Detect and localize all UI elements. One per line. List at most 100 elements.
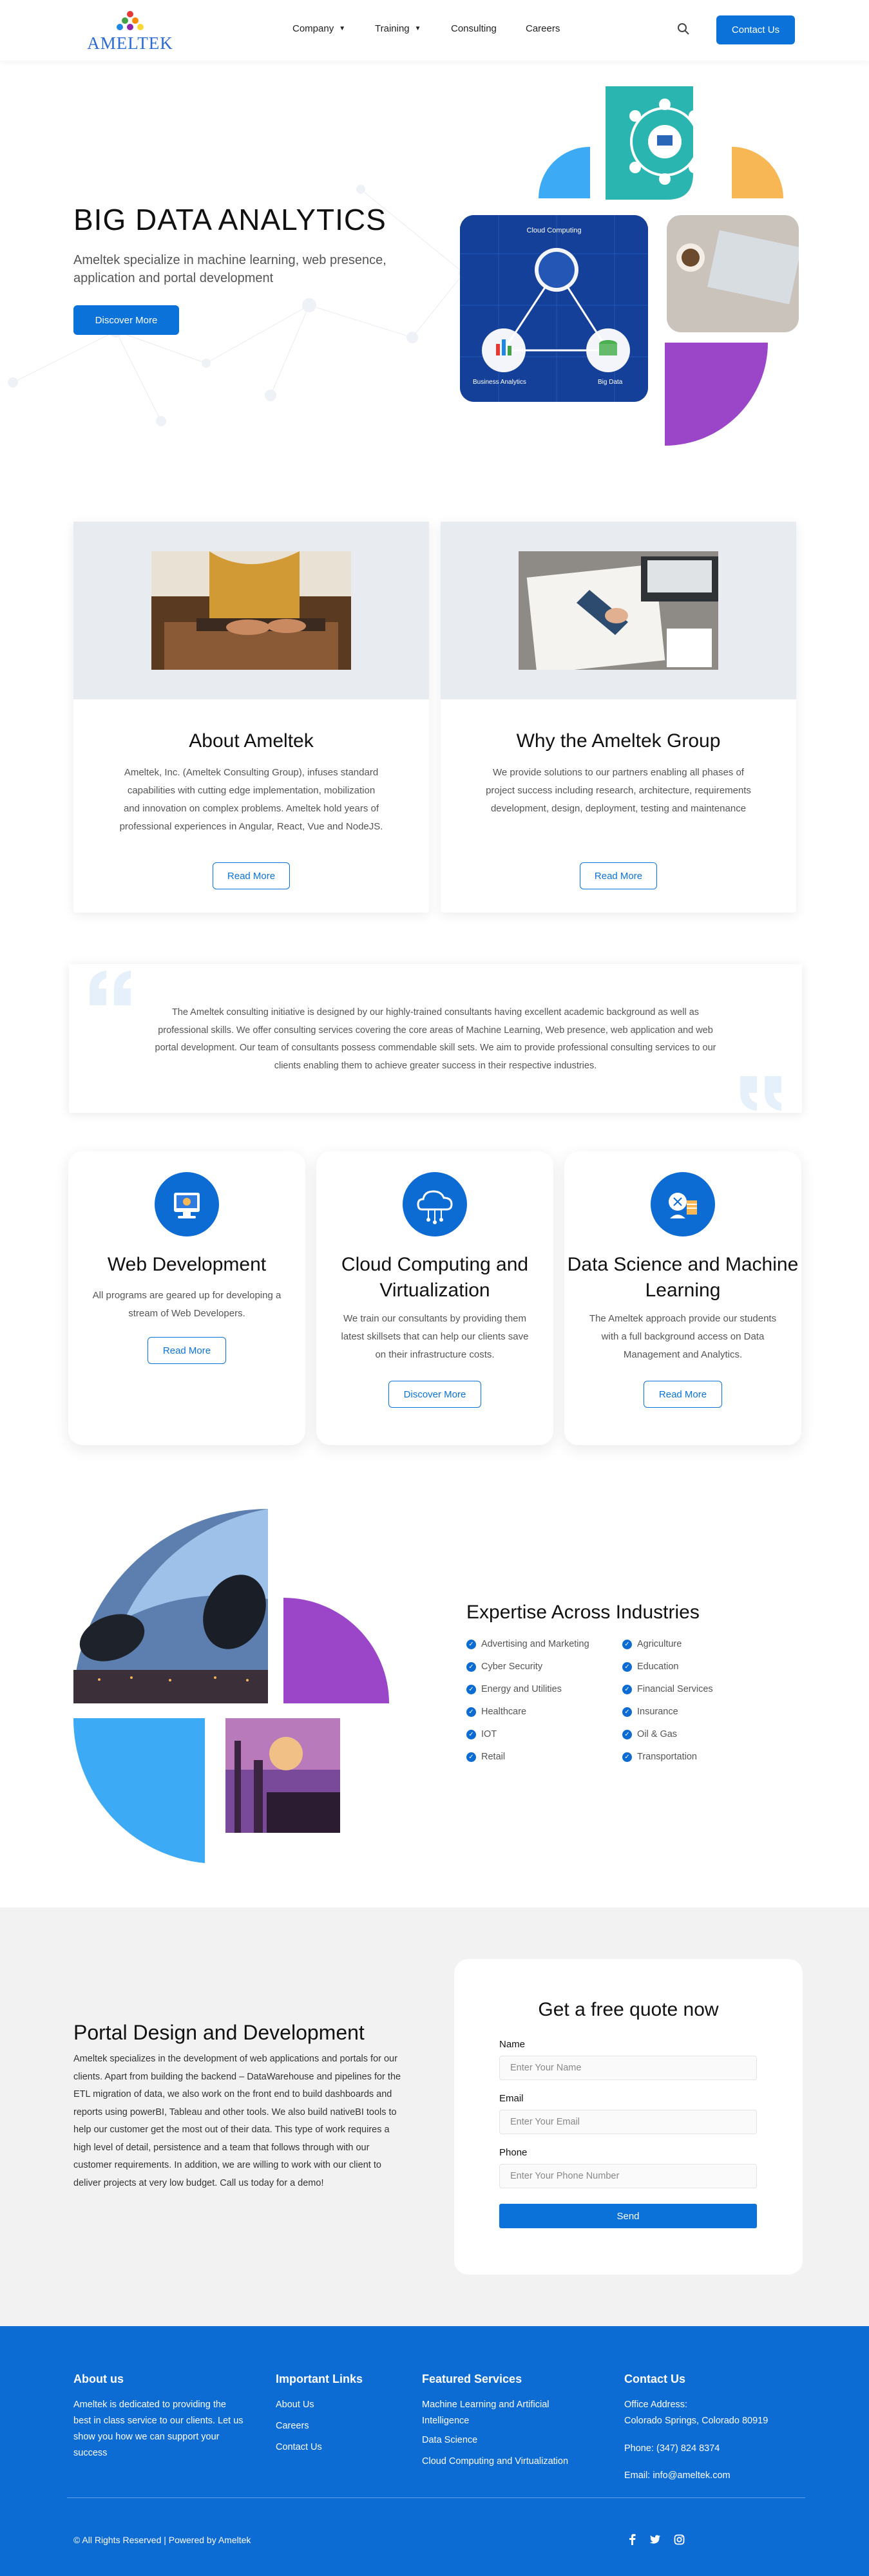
- search-icon[interactable]: [676, 22, 691, 36]
- web-development-icon: [155, 1172, 219, 1236]
- diagram-label-left: Business Analytics: [473, 379, 526, 386]
- footer-service-cloud[interactable]: Cloud Computing and Virtualization: [422, 2454, 568, 2470]
- check-icon: ✓: [466, 1752, 476, 1762]
- orange-quarter-shape: [732, 147, 783, 198]
- copyright: © All Rights Reserved | Powered by Amelt…: [73, 2535, 251, 2545]
- hero-title: BIG DATA ANALYTICS: [73, 203, 387, 236]
- portal-text: Ameltek specializes in the development o…: [73, 2054, 401, 2188]
- site-header: AMELTEK Company ▼ Training ▼ Consulting …: [0, 0, 869, 61]
- service-title: Cloud Computing and Virtualization: [341, 1254, 529, 1301]
- nav-label: Careers: [526, 23, 560, 34]
- check-icon: ✓: [622, 1729, 632, 1739]
- logo[interactable]: AMELTEK: [85, 8, 175, 54]
- footer-link-about[interactable]: About Us: [276, 2397, 314, 2413]
- read-more-button[interactable]: Read More: [148, 1337, 226, 1364]
- service-text: All programs are geared up for developin…: [92, 1290, 282, 1319]
- name-field[interactable]: Enter Your Name: [499, 2056, 757, 2080]
- phone-label: Phone: [499, 2147, 528, 2158]
- phone-field[interactable]: Enter Your Phone Number: [499, 2164, 757, 2188]
- industry-label: Advertising and Marketing: [481, 1639, 589, 1649]
- handshake-photo: [519, 551, 718, 670]
- industry-label: Energy and Utilities: [481, 1684, 562, 1694]
- footer-email[interactable]: Email: info@ameltek.com: [624, 2468, 731, 2484]
- footer-link-careers[interactable]: Careers: [276, 2418, 309, 2434]
- service-card-cloud: Cloud Computing and Virtualization We tr…: [316, 1151, 553, 1445]
- nav-label: Company: [292, 23, 334, 34]
- footer-divider: [67, 2497, 805, 2498]
- cloud-icon: [403, 1172, 467, 1236]
- industry-label: Financial Services: [637, 1684, 713, 1694]
- nav-label: Consulting: [451, 23, 497, 34]
- read-more-button[interactable]: Read More: [644, 1381, 722, 1408]
- discover-more-button[interactable]: Discover More: [388, 1381, 481, 1408]
- nav-company[interactable]: Company ▼: [292, 23, 345, 34]
- logo-text: AMELTEK: [87, 33, 173, 53]
- nav-consulting[interactable]: Consulting: [451, 23, 497, 34]
- instagram-icon[interactable]: [674, 2534, 685, 2545]
- blue-quarter-shape: [73, 1718, 205, 1863]
- purple-quarter-shape: [283, 1598, 389, 1703]
- check-icon: ✓: [466, 1639, 476, 1649]
- nav-careers[interactable]: Careers: [526, 23, 560, 34]
- industry-item: ✓ Transportation: [622, 1752, 697, 1762]
- industry-label: Retail: [481, 1752, 506, 1762]
- data-science-icon: [651, 1172, 715, 1236]
- site-footer: About us Ameltek is dedicated to providi…: [0, 2326, 869, 2576]
- footer-link-contact[interactable]: Contact Us: [276, 2439, 322, 2456]
- industry-label: Cyber Security: [481, 1662, 543, 1672]
- chevron-down-icon: ▼: [414, 25, 421, 32]
- industry-item: ✓ IOT: [466, 1729, 497, 1739]
- industry-label: Healthcare: [481, 1707, 527, 1717]
- read-more-button[interactable]: Read More: [580, 862, 657, 889]
- nav-label: Training: [375, 23, 410, 34]
- quote-form: Get a free quote now Name Enter Your Nam…: [454, 1959, 803, 2275]
- hero-section: BIG DATA ANALYTICS Ameltek specialize in…: [0, 61, 869, 473]
- footer-phone[interactable]: Phone: (347) 824 8374: [624, 2441, 720, 2457]
- contact-us-button[interactable]: Contact Us: [716, 15, 795, 44]
- check-icon: ✓: [622, 1662, 632, 1672]
- quote-open-icon: [90, 971, 131, 1005]
- blue-quarter-shape: [539, 147, 590, 198]
- footer-address: Colorado Springs, Colorado 80919: [624, 2416, 769, 2426]
- hero-subtitle: Ameltek specialize in machine learning, …: [73, 253, 387, 285]
- check-icon: ✓: [622, 1752, 632, 1762]
- discover-more-button[interactable]: Discover More: [73, 305, 179, 335]
- check-icon: ✓: [622, 1639, 632, 1649]
- email-field[interactable]: Enter Your Email: [499, 2110, 757, 2134]
- why-card-title: Why the Ameltek Group: [516, 730, 721, 752]
- footer-services-title: Featured Services: [422, 2372, 522, 2385]
- nav-training[interactable]: Training ▼: [375, 23, 421, 34]
- service-text: We train our consultants by providing th…: [341, 1313, 529, 1360]
- footer-service-ml[interactable]: Machine Learning and Artificial Intellig…: [422, 2397, 570, 2429]
- footer-about-title: About us: [73, 2372, 124, 2385]
- industry-item: ✓ Oil & Gas: [622, 1729, 677, 1739]
- check-icon: ✓: [466, 1707, 476, 1717]
- check-icon: ✓: [622, 1684, 632, 1694]
- industry-label: Education: [637, 1662, 679, 1672]
- industry-label: Insurance: [637, 1707, 678, 1717]
- industry-item: ✓ Financial Services: [622, 1684, 713, 1694]
- chevron-down-icon: ▼: [339, 25, 346, 32]
- page: AMELTEK Company ▼ Training ▼ Consulting …: [0, 0, 869, 2576]
- about-card-title: About Ameltek: [189, 730, 314, 752]
- industry-label: Oil & Gas: [637, 1729, 678, 1739]
- diagram-label-top: Cloud Computing: [526, 227, 582, 234]
- facebook-icon[interactable]: [627, 2533, 636, 2545]
- twitter-icon[interactable]: [649, 2535, 661, 2544]
- logo-mark-icon: [117, 11, 144, 30]
- big-data-diagram: Cloud Computing Business Analytics Big D…: [460, 215, 648, 402]
- check-icon: ✓: [622, 1707, 632, 1717]
- service-title: Web Development: [107, 1254, 267, 1275]
- check-icon: ✓: [466, 1662, 476, 1672]
- read-more-button[interactable]: Read More: [213, 862, 290, 889]
- send-button[interactable]: Send: [499, 2204, 757, 2228]
- why-card: Why the Ameltek Group We provide solutio…: [441, 522, 796, 913]
- purple-quarter-shape: [665, 343, 768, 446]
- industry-item: ✓ Agriculture: [622, 1639, 682, 1649]
- footer-about-text: Ameltek is dedicated to providing the be…: [73, 2400, 244, 2458]
- industry-item: ✓ Cyber Security: [466, 1662, 542, 1672]
- email-label: Email: [499, 2093, 524, 2104]
- footer-links-title: Important Links: [276, 2372, 363, 2385]
- quote-text: The Ameltek consulting initiative is des…: [155, 1007, 716, 1071]
- footer-service-ds[interactable]: Data Science: [422, 2432, 477, 2448]
